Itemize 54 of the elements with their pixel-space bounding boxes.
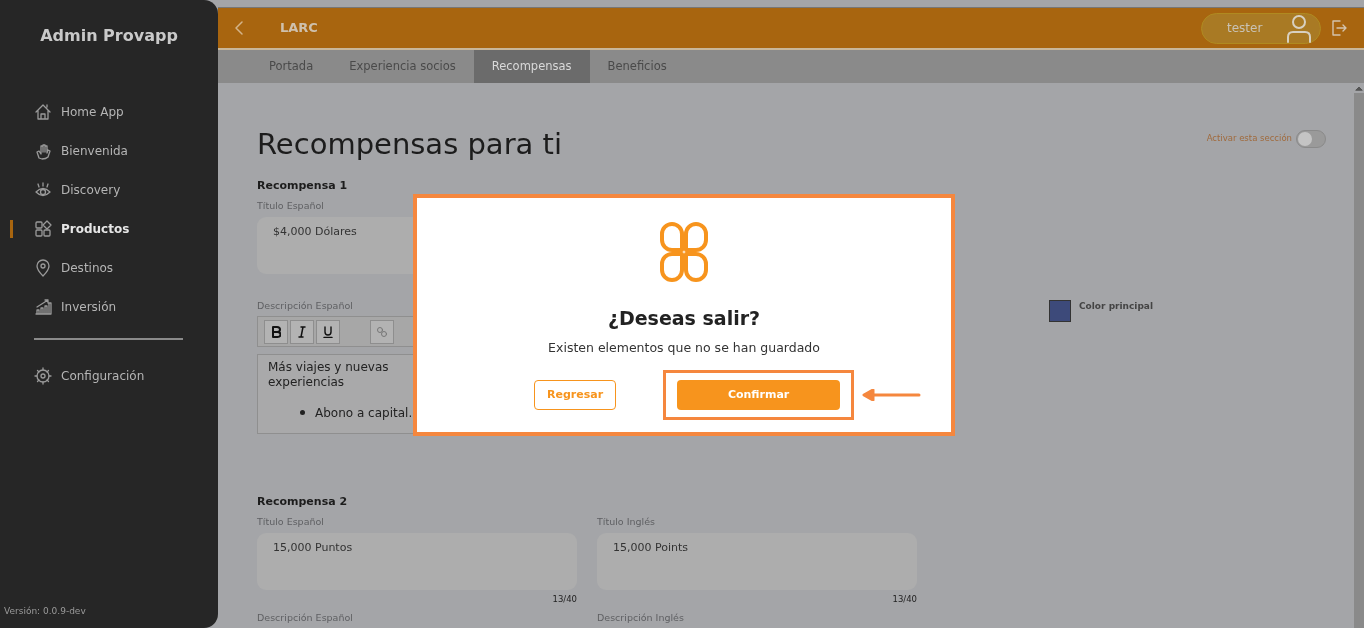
field-label: Título Inglés <box>597 515 656 530</box>
underline-icon <box>323 325 333 338</box>
user-icon <box>1284 13 1314 43</box>
version-text: Versión: 0.0.9-dev <box>3 604 87 618</box>
italic-icon <box>298 325 306 338</box>
bar-chart-icon <box>34 297 52 316</box>
eye-icon <box>34 180 52 199</box>
field-label: Descripción Inglés <box>597 611 685 626</box>
field-label: Descripción Español <box>257 611 354 626</box>
character-counter: 13/40 <box>551 592 577 606</box>
field-label: Título Español <box>257 515 325 530</box>
text-field[interactable]: 15,000 Points <box>597 532 917 590</box>
link-button[interactable] <box>370 319 394 344</box>
page-title: Recompensas para ti <box>257 127 562 162</box>
character-counter: 13/40 <box>891 592 917 606</box>
bullet-icon <box>300 410 305 416</box>
section-heading: Recompensa 2 <box>257 493 349 510</box>
sidebar-item[interactable]: Discovery <box>0 170 218 209</box>
editor-paragraph: Más viajes y nuevas experiencias <box>268 359 390 390</box>
pointer-arrow <box>861 389 922 402</box>
sidebar-item[interactable]: Bienvenida <box>0 131 218 170</box>
bullet-item: Abono a capital. <box>315 404 413 422</box>
app-title: Admin Provapp <box>39 25 179 47</box>
bold-button[interactable] <box>264 319 288 344</box>
italic-button[interactable] <box>290 319 314 344</box>
toggle-label: Activar esta sección <box>1206 132 1292 146</box>
back-icon[interactable] <box>234 21 244 35</box>
color-label: Color principal <box>1079 299 1154 313</box>
hand-icon <box>34 141 52 160</box>
sidebar-item[interactable]: Destinos <box>0 248 218 287</box>
underline-button[interactable] <box>316 319 340 344</box>
selection-indicator <box>10 220 13 238</box>
link-icon <box>376 325 388 338</box>
location-pin-icon <box>34 258 52 277</box>
sidebar-item[interactable]: Home App <box>0 92 218 131</box>
tab[interactable]: Recompensas <box>473 50 590 83</box>
text-field[interactable]: 15,000 Puntos <box>257 532 577 590</box>
color-swatch[interactable] <box>1049 299 1071 322</box>
page-header-title: LARC <box>280 19 318 38</box>
settings-icon <box>34 366 52 385</box>
sidebar-item[interactable]: Inversión <box>0 287 218 326</box>
toggle-switch[interactable] <box>1296 129 1326 148</box>
sidebar-item[interactable]: Productos <box>0 209 218 248</box>
dialog-title: ¿Deseas salir? <box>607 306 761 331</box>
sidebar-item[interactable]: Configuración <box>0 356 218 395</box>
bold-icon <box>271 325 281 338</box>
scroll-up-icon[interactable] <box>1354 83 1364 93</box>
field-label: Descripción Español <box>257 298 354 313</box>
dialog-message: Existen elementos que no se han guardado <box>548 338 820 357</box>
logout-icon[interactable] <box>1330 19 1348 37</box>
grid-icon <box>34 219 52 238</box>
field-label: Título Español <box>257 199 325 214</box>
section-heading: Recompensa 1 <box>257 177 349 194</box>
home-icon <box>34 102 52 121</box>
